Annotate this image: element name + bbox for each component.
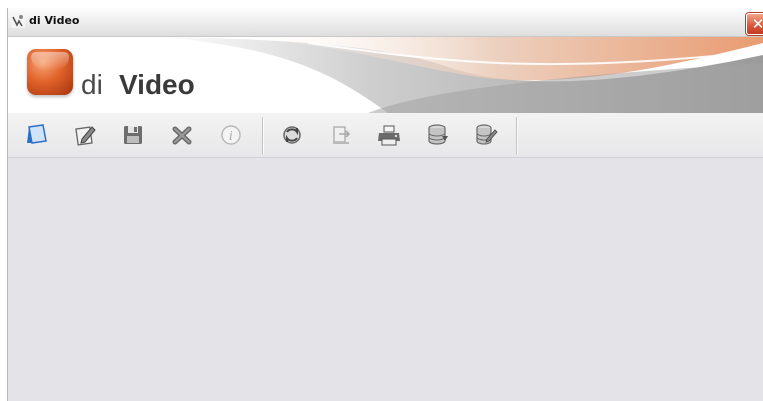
logo-name: Video: [119, 69, 195, 100]
save-disk-icon[interactable]: [120, 122, 146, 148]
toolbar: i: [8, 113, 763, 158]
export-icon[interactable]: [328, 122, 354, 148]
database-edit-icon[interactable]: [473, 122, 499, 148]
toolbar-separator: [516, 117, 517, 155]
database-sync-icon[interactable]: [425, 122, 451, 148]
printer-icon[interactable]: [376, 122, 402, 148]
app-window: di Video ✕ di Video i: [8, 8, 763, 401]
delete-x-icon[interactable]: [169, 122, 195, 148]
edit-document-icon[interactable]: [72, 122, 98, 148]
main-content-area: [8, 158, 763, 401]
new-document-icon[interactable]: [24, 122, 50, 148]
toolbar-separator: [262, 117, 263, 155]
app-icon: [11, 14, 25, 28]
app-banner: di Video: [8, 37, 763, 113]
info-icon[interactable]: i: [218, 122, 244, 148]
title-bar[interactable]: di Video ✕: [8, 8, 763, 37]
logo-icon: [27, 49, 73, 95]
window-title: di Video: [29, 14, 80, 27]
refresh-icon[interactable]: [279, 122, 305, 148]
logo-prefix: di: [81, 69, 103, 100]
svg-text:i: i: [229, 129, 233, 143]
close-button[interactable]: ✕: [746, 13, 763, 35]
